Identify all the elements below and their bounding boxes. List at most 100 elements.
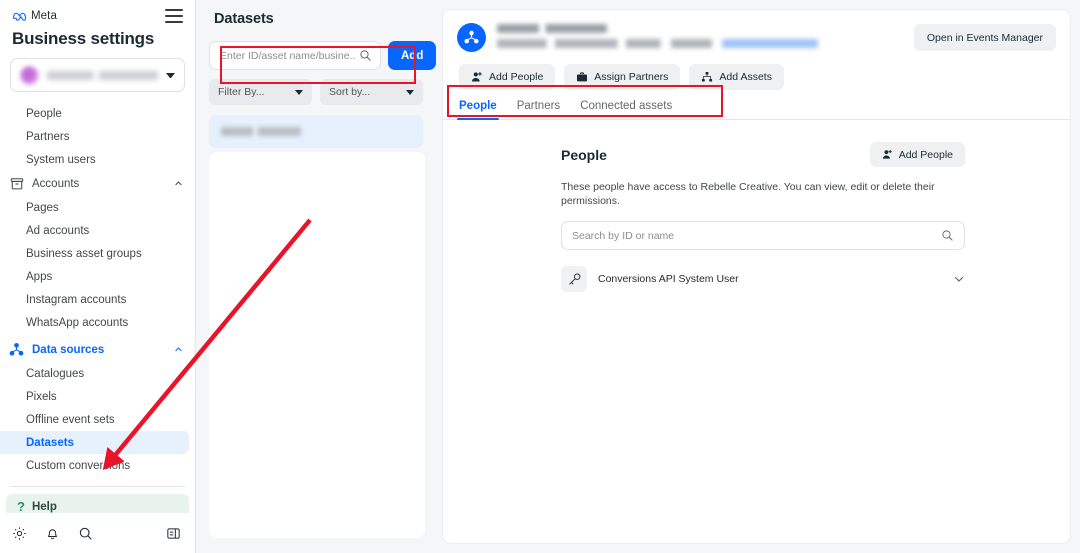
sidebar-item-label: Business asset groups [26,247,142,260]
person-add-icon [882,149,892,159]
meta-infinity-icon [12,12,27,21]
sidebar-group-accounts[interactable]: Accounts [0,171,195,196]
dataset-title [497,24,607,33]
sidebar-item-label: Offline event sets [26,413,115,426]
sidebar-item-instagram-accounts[interactable]: Instagram accounts [0,288,195,311]
sidebar-item-whatsapp-accounts[interactable]: WhatsApp accounts [0,311,195,334]
chevron-down-icon [166,72,175,78]
panel-toggle-icon[interactable] [166,526,181,541]
tab-connected-assets[interactable]: Connected assets [580,100,672,119]
sidebar-item-label: WhatsApp accounts [26,316,129,329]
sidebar-item-datasets[interactable]: Datasets [0,431,189,454]
chevron-down-icon [295,89,303,95]
sidebar-item-label: Catalogues [26,367,85,380]
add-dataset-button[interactable]: Add [388,41,437,70]
sidebar: Meta Business settings People Partners S… [0,0,196,553]
add-people-button[interactable]: Add People [459,64,556,90]
people-content: People Add People These people have acce… [561,142,965,293]
people-search-input[interactable] [572,229,935,242]
sidebar-item-offline-event-sets[interactable]: Offline event sets [0,408,195,431]
avatar [20,65,39,85]
detail-tabs: People Partners Connected assets [443,90,1070,120]
chevron-up-icon [175,347,182,352]
api-key-icon [561,266,587,293]
list-item[interactable] [209,115,423,148]
sidebar-item-catalogues[interactable]: Catalogues [0,362,195,385]
sort-by-dropdown[interactable]: Sort by... [320,79,423,105]
people-search-box[interactable] [561,221,965,251]
sidebar-item-custom-conversions[interactable]: Custom conversions [0,454,195,477]
meta-logo: Meta [12,10,57,22]
sidebar-item-label: Pixels [26,390,57,403]
datasets-list-panel: Datasets Add Filter By... Sort by... [196,0,437,553]
sidebar-item-label: Partners [26,130,70,143]
sidebar-item-label: Custom conversions [26,459,131,472]
sidebar-item-system-users[interactable]: System users [0,148,195,171]
assign-partners-button[interactable]: Assign Partners [564,64,681,90]
sidebar-item-business-asset-groups[interactable]: Business asset groups [0,242,195,265]
dataset-link[interactable] [722,39,818,48]
question-mark-icon: ? [17,499,25,513]
sidebar-group-label: Accounts [32,177,80,190]
dataset-subtitle [497,39,712,48]
dataset-item-name [221,127,301,136]
user-name: Conversions API System User [598,273,739,286]
sidebar-group-data-sources[interactable]: Data sources [0,337,195,362]
sidebar-item-apps[interactable]: Apps [0,265,195,288]
add-people-button-secondary[interactable]: Add People [869,142,965,167]
page-title: Business settings [12,29,155,48]
data-sources-icon [9,342,24,357]
brand-row: Meta [12,7,183,25]
sidebar-item-partners[interactable]: Partners [0,125,195,148]
people-description: These people have access to Rebelle Crea… [561,181,935,207]
sort-by-label: Sort by... [329,86,371,98]
person-add-icon [471,72,482,82]
add-people-label: Add People [898,148,953,161]
hamburger-menu-icon[interactable] [165,9,183,23]
account-switcher[interactable] [10,58,185,92]
sidebar-item-pixels[interactable]: Pixels [0,385,195,408]
dataset-search-box[interactable] [209,41,381,70]
detail-action-buttons: Add People Assign Partners Add Assets [443,52,1070,90]
help-label: Help [31,500,57,513]
sidebar-group-label: Data sources [32,343,105,356]
sidebar-item-label: Instagram accounts [26,293,127,306]
sidebar-footer [0,513,195,553]
tab-partners[interactable]: Partners [517,100,560,119]
detail-headings [497,22,914,48]
list-item[interactable]: Conversions API System User [561,266,965,293]
sidebar-item-label: Pages [26,201,59,214]
assign-partners-label: Assign Partners [594,71,669,83]
filter-by-dropdown[interactable]: Filter By... [209,79,312,105]
sidebar-item-people[interactable]: People [0,102,195,125]
sidebar-header: Meta Business settings [0,0,195,49]
people-title: People [561,146,607,163]
dataset-list [205,115,427,148]
dataset-detail-panel: Open in Events Manager Add People Assign… [436,0,1080,553]
open-in-events-manager-button[interactable]: Open in Events Manager [913,24,1056,51]
help-button[interactable]: ? Help [6,494,189,513]
tab-people[interactable]: People [457,100,499,120]
sidebar-nav: People Partners System users Accounts Pa… [0,102,195,513]
bell-icon[interactable] [45,526,60,541]
sidebar-item-pages[interactable]: Pages [0,196,195,219]
dataset-search-row: Add [205,41,437,70]
sidebar-item-label: Datasets [26,436,74,449]
chevron-down-icon[interactable] [953,273,965,285]
filter-by-label: Filter By... [218,86,265,98]
sidebar-item-label: People [26,107,62,120]
search-input[interactable] [220,49,355,62]
divider [10,486,185,487]
people-header: People Add People [561,142,965,167]
sidebar-item-label: Ad accounts [26,224,90,237]
dataset-subtitle-row [497,39,914,48]
filter-sort-row: Filter By... Sort by... [205,79,427,105]
chevron-up-icon [175,181,182,186]
meta-wordmark: Meta [31,10,57,22]
add-assets-button[interactable]: Add Assets [689,64,784,90]
search-icon[interactable] [78,526,93,541]
sidebar-item-label: System users [26,153,96,166]
sidebar-item-ad-accounts[interactable]: Ad accounts [0,219,195,242]
list-card-background [209,152,425,538]
gear-icon[interactable] [12,526,27,541]
